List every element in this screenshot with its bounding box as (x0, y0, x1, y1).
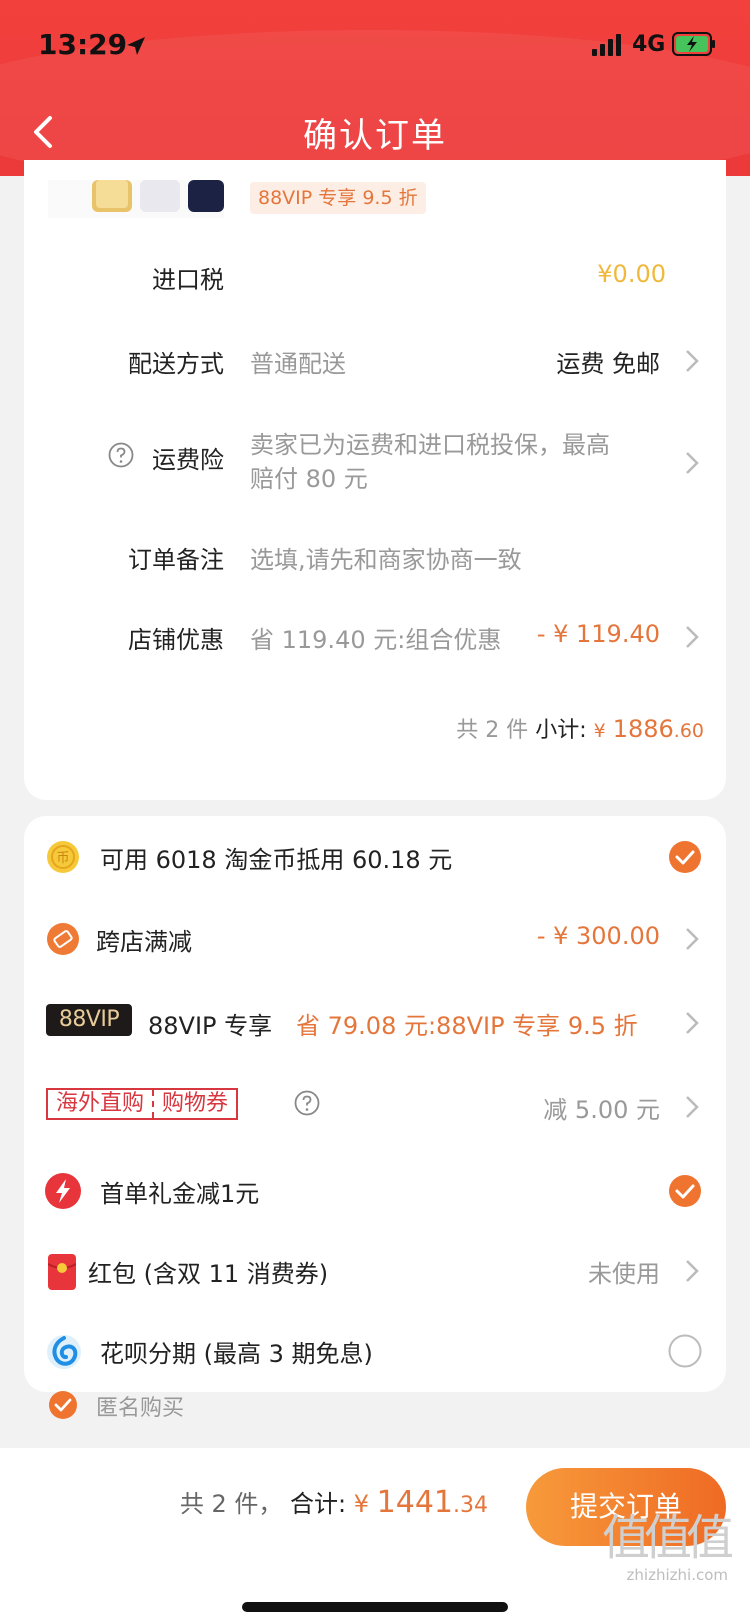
huabei-radio-unchecked-icon[interactable] (668, 1334, 702, 1368)
delivery-method: 普通配送 (250, 350, 346, 378)
shipping-insurance-row[interactable]: 运费险 卖家已为运费和进口税投保，最高 赔付 80 元 (24, 428, 726, 498)
question-circle-icon[interactable] (108, 442, 134, 468)
subtotal-amount: 1886 (612, 715, 674, 743)
subtotal-label: 小计: (535, 718, 587, 743)
vip-label: 88VIP 专享 (148, 1012, 273, 1040)
anonymous-checkbox-checked-icon[interactable] (48, 1390, 78, 1420)
import-tax-row: 进口税 ¥0.00 (24, 256, 726, 296)
huabei-row[interactable]: 花呗分期 (最高 3 期免息) (24, 1312, 726, 1392)
huabei-icon (47, 1335, 81, 1369)
delivery-label: 配送方式 (128, 350, 224, 378)
first-order-checkbox-checked-icon[interactable] (668, 1174, 702, 1208)
import-tax-label: 进口税 (152, 266, 224, 294)
vip-badge: 88VIP (46, 1004, 132, 1036)
order-note-label: 订单备注 (128, 546, 224, 574)
site-watermark: 值值值 zhizhizhi.com (588, 1510, 734, 1606)
subtotal: 共 2 件 小计: ¥ 1886.60 (456, 712, 704, 744)
shop-discount-label: 店铺优惠 (128, 626, 224, 654)
vip-discount-tag: 88VIP 专享 9.5 折 (250, 182, 426, 214)
first-order-label: 首单礼金减1元 (100, 1180, 260, 1208)
subtotal-currency: ¥ (593, 720, 606, 742)
shop-discount-desc: 省 119.40 元:组合优惠 (250, 626, 502, 654)
ticket-icon (47, 923, 79, 955)
cellular-signal-icon (592, 34, 621, 56)
order-total: 共 2 件， 合计: ¥ 1441.34 (180, 1484, 488, 1520)
total-decimal: .34 (453, 1493, 488, 1518)
header: 13:29 4G 确认订单 (0, 0, 750, 176)
shipping-insurance-desc-line2: 赔付 80 元 (250, 465, 368, 493)
overseas-badge-left: 海外直购 (56, 1091, 145, 1116)
coins-label: 可用 6018 淘金币抵用 60.18 元 (100, 846, 453, 874)
anonymous-purchase-label: 匿名购买 (96, 1396, 185, 1421)
chevron-right-icon (686, 1012, 699, 1034)
first-order-row[interactable]: 首单礼金减1元 (24, 1152, 726, 1232)
cross-store-label: 跨店满减 (96, 928, 192, 956)
status-time: 13:29 (38, 28, 128, 61)
chevron-right-icon (686, 928, 699, 950)
cross-store-row[interactable]: 跨店满减 - ¥ 300.00 (24, 900, 726, 980)
chevron-right-icon (686, 350, 699, 372)
subtotal-count: 共 2 件 (456, 718, 529, 743)
cross-store-value: - ¥ 300.00 (536, 922, 660, 950)
location-arrow-icon (127, 37, 145, 55)
delivery-row[interactable]: 配送方式 普通配送 运费 免邮 (24, 340, 726, 380)
chevron-right-icon (686, 626, 699, 648)
watermark-text: zhizhizhi.com (626, 1566, 728, 1584)
page-title: 确认订单 (303, 116, 447, 156)
order-note-input[interactable]: 选填,请先和商家协商一致 (250, 540, 522, 575)
overseas-coupon-row[interactable]: 海外直购 购物券 减 5.00 元 (24, 1068, 726, 1148)
order-note-row[interactable]: 订单备注 选填,请先和商家协商一致 (24, 536, 726, 576)
network-type: 4G (632, 32, 666, 57)
anonymous-purchase-row[interactable]: 匿名购买 (24, 1388, 726, 1424)
shipping-insurance-label: 运费险 (152, 446, 224, 474)
shop-discount-value: - ¥ 119.40 (536, 620, 660, 648)
svg-text:币: 币 (56, 851, 69, 866)
overseas-badge-right: 购物券 (162, 1091, 229, 1116)
order-card: 88VIP 专享 9.5 折 进口税 ¥0.00 配送方式 普通配送 运费 免邮… (24, 160, 726, 800)
watermark-logo: 值值值 (601, 1510, 734, 1566)
product-thumbnail[interactable] (48, 180, 224, 218)
chevron-right-icon (686, 1096, 699, 1118)
checkout-footer: 共 2 件， 合计: ¥ 1441.34 提交订单 值值值 zhizhizhi.… (0, 1448, 750, 1624)
vip-value: 省 79.08 元:88VIP 专享 9.5 折 (296, 1012, 638, 1040)
vip-row[interactable]: 88VIP 88VIP 专享 省 79.08 元:88VIP 专享 9.5 折 (24, 984, 726, 1064)
discount-card: 币 可用 6018 淘金币抵用 60.18 元 跨店满减 - ¥ 300.00 … (24, 816, 726, 1392)
shipping-insurance-desc-line1: 卖家已为运费和进口税投保，最高 (250, 431, 610, 459)
red-packet-icon (48, 1254, 76, 1290)
status-bar: 13:29 4G (0, 0, 750, 92)
huabei-label: 花呗分期 (最高 3 期免息) (100, 1340, 373, 1368)
lightning-icon (45, 1173, 81, 1209)
total-amount: 1441 (376, 1485, 453, 1520)
total-currency: ¥ (353, 1490, 369, 1518)
import-tax-value: ¥0.00 (597, 260, 666, 288)
total-label: 合计: (289, 1490, 347, 1518)
chevron-right-icon (686, 452, 699, 474)
chevron-right-icon (686, 1260, 699, 1282)
battery-charging-icon (672, 32, 715, 56)
coins-checkbox-checked-icon[interactable] (668, 840, 702, 874)
red-packet-label: 红包 (含双 11 消费券) (88, 1260, 329, 1288)
overseas-coupon-badge: 海外直购 购物券 (46, 1088, 239, 1120)
total-count: 共 2 件， (179, 1490, 283, 1518)
question-circle-icon[interactable] (294, 1090, 320, 1116)
delivery-fee: 运费 免邮 (556, 350, 660, 378)
overseas-coupon-value: 减 5.00 元 (543, 1096, 660, 1124)
subtotal-decimal: .60 (673, 720, 704, 742)
coins-row[interactable]: 币 可用 6018 淘金币抵用 60.18 元 (24, 816, 726, 896)
gold-coin-icon: 币 (47, 841, 79, 873)
home-indicator[interactable] (242, 1602, 508, 1612)
shop-discount-row[interactable]: 店铺优惠 省 119.40 元:组合优惠 - ¥ 119.40 (24, 616, 726, 656)
red-packet-value: 未使用 (588, 1260, 660, 1288)
red-packet-row[interactable]: 红包 (含双 11 消费券) 未使用 (24, 1232, 726, 1312)
